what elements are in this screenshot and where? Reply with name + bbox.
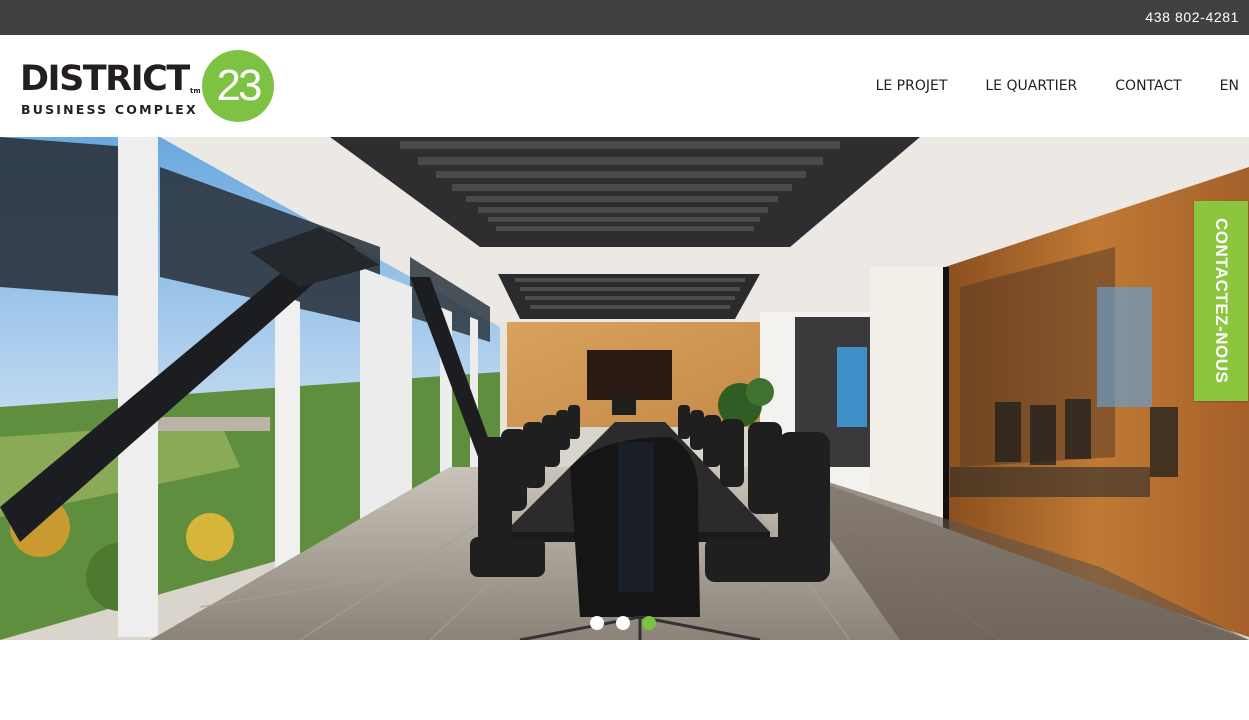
- slide-dot-2[interactable]: [616, 616, 630, 630]
- logo-wordmark: DISTRICT: [20, 59, 190, 99]
- nav-item-contact[interactable]: CONTACT: [1115, 78, 1181, 94]
- logo-subtitle: BUSINESS COMPLEX: [21, 102, 198, 117]
- main-nav: LE PROJET LE QUARTIER CONTACT EN: [876, 78, 1239, 94]
- boardroom-photo: [0, 137, 1249, 640]
- logo-number-badge: 23: [202, 50, 274, 122]
- nav-item-le-projet[interactable]: LE PROJET: [876, 78, 948, 94]
- slide-dot-3-active[interactable]: [642, 616, 656, 630]
- contact-us-side-tab[interactable]: CONTACTEZ-NOUS: [1194, 201, 1248, 401]
- top-bar: 438 802-4281: [0, 0, 1249, 35]
- contact-us-side-label: CONTACTEZ-NOUS: [1212, 218, 1231, 384]
- nav-item-language[interactable]: EN: [1220, 78, 1239, 94]
- logo-trademark: tm: [190, 87, 201, 95]
- hero-slider: [0, 137, 1249, 640]
- content-area: [0, 640, 1249, 720]
- slide-dot-1[interactable]: [590, 616, 604, 630]
- district23-logo[interactable]: DISTRICT tm BUSINESS COMPLEX 23: [20, 49, 276, 123]
- slider-pagination: [590, 616, 656, 630]
- phone-link[interactable]: 438 802-4281: [1145, 9, 1239, 25]
- site-header: DISTRICT tm BUSINESS COMPLEX 23 LE PROJE…: [0, 35, 1249, 137]
- nav-item-le-quartier[interactable]: LE QUARTIER: [985, 78, 1077, 94]
